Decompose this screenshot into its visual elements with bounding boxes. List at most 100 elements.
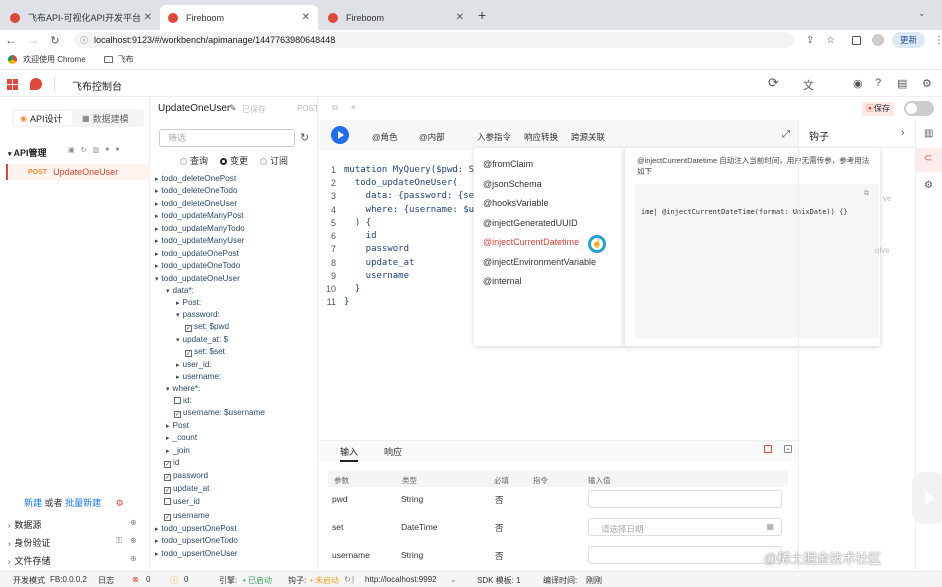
tree-node[interactable]: ▾ data*: xyxy=(166,286,194,295)
new-link[interactable]: 新建 xyxy=(24,498,42,508)
tree-node[interactable]: ▾ password: xyxy=(176,310,220,319)
suggestion-item[interactable]: @injectGeneratedUUID xyxy=(483,218,578,228)
checkbox-checked[interactable]: ✓ xyxy=(164,487,171,494)
role-directive-button[interactable]: @角色 xyxy=(372,131,398,143)
checkbox-checked[interactable]: ✓ xyxy=(185,350,192,357)
tree-node[interactable]: ✓ update_at xyxy=(164,484,209,494)
panel-icon[interactable]: ▥ xyxy=(924,128,933,139)
batch-new-link[interactable]: 批量新建 xyxy=(65,498,101,508)
tree-node[interactable]: ▸ todo_deleteOnePost xyxy=(155,174,236,183)
filter-icon[interactable]: ▣ xyxy=(68,146,75,154)
section-auth[interactable]: › 身份验证 xyxy=(8,536,50,549)
api-list-item[interactable]: POST UpdateOneUser xyxy=(6,164,150,180)
menu-icon[interactable]: ⋮ xyxy=(934,35,942,46)
bookmark-item[interactable]: 欢迎使用 Chrome xyxy=(23,54,86,65)
tree-node[interactable]: ▸ Post xyxy=(166,421,189,430)
log-button[interactable]: 日志 xyxy=(98,575,114,586)
language-icon[interactable]: 文 xyxy=(803,77,814,93)
save-button[interactable]: ▣保存 xyxy=(862,102,894,116)
tab-data-modeling[interactable]: ▦ 数据建模 xyxy=(82,111,129,125)
hooks-tab[interactable]: ⊂ xyxy=(916,148,942,172)
browser-tab[interactable]: 飞布API-可视化API开发平台 ✕ xyxy=(2,5,160,30)
api-manage-section[interactable]: ▾ API管理 xyxy=(8,146,47,159)
help-icon[interactable]: ? xyxy=(875,77,881,89)
tree-node[interactable]: id: xyxy=(174,396,192,405)
internal-directive-button[interactable]: @内部 xyxy=(419,131,445,143)
tab-input[interactable]: 输入 xyxy=(340,445,359,462)
video-play-button[interactable] xyxy=(912,472,942,524)
checkbox-unchecked[interactable] xyxy=(174,397,181,404)
section-datasource[interactable]: › 数据源 xyxy=(8,518,41,531)
clear-icon[interactable] xyxy=(764,445,772,453)
bookmark-item[interactable]: 飞布 xyxy=(118,54,134,65)
add-icon[interactable]: ⊕ xyxy=(130,518,137,527)
apps-grid-icon[interactable] xyxy=(7,79,18,90)
update-button[interactable]: 更新 xyxy=(892,32,926,48)
checkbox-unchecked[interactable] xyxy=(164,498,171,505)
add-icon[interactable]: ⊕ xyxy=(130,536,137,545)
tree-node[interactable]: ▸ user_id: xyxy=(176,360,212,369)
suggestion-item[interactable]: @hooksVariable xyxy=(483,198,549,208)
folder-add-icon[interactable]: ▥ xyxy=(93,146,100,154)
tree-node[interactable]: ▸ todo_upsertOnePost xyxy=(155,524,237,533)
input-directive-button[interactable]: 入参指令 xyxy=(477,131,511,143)
tree-node[interactable]: ✓ id xyxy=(164,458,179,468)
suggestion-item[interactable]: @injectEnvironmentVariable xyxy=(483,257,596,267)
radio-query[interactable]: 查询 xyxy=(180,154,208,167)
suggestion-item[interactable]: @fromClaim xyxy=(483,159,533,169)
suggestion-item-selected[interactable]: @injectCurrentDatetime xyxy=(483,237,579,247)
refresh-icon[interactable]: ⟳ xyxy=(768,75,779,91)
tab-search-icon[interactable]: ⌄ xyxy=(918,8,926,19)
cross-source-button[interactable]: 跨源关联 xyxy=(571,131,605,143)
refresh-icon[interactable]: ↻ xyxy=(81,146,87,154)
tree-node[interactable]: ▾ todo_updateOneUser xyxy=(155,274,240,283)
checkbox-checked[interactable]: ✓ xyxy=(164,474,171,481)
settings-icon[interactable]: ⚙ xyxy=(924,180,933,191)
avatar[interactable] xyxy=(872,34,884,46)
tree-node[interactable]: ✓ set: $set xyxy=(185,347,225,357)
github-icon[interactable]: ◉ xyxy=(853,77,863,90)
star-icon[interactable]: ☆ xyxy=(826,35,835,46)
tree-node[interactable]: ▸ Post: xyxy=(176,298,201,307)
warning-count[interactable]: 0 xyxy=(184,575,188,584)
tree-node[interactable]: ▸ todo_deleteOneUser xyxy=(155,199,237,208)
close-icon[interactable]: ✕ xyxy=(144,12,152,23)
settings-icon[interactable]: ⚙ xyxy=(922,77,932,90)
param-value-input[interactable] xyxy=(588,490,782,508)
tree-node[interactable]: ▸ username: xyxy=(176,372,221,381)
tree-node[interactable]: ✓ username xyxy=(164,511,209,521)
share-icon[interactable]: ⇪ xyxy=(806,35,814,46)
tree-node[interactable]: ▸ todo_updateManyPost xyxy=(155,211,243,220)
tree-node[interactable]: ▸ todo_deleteOneTodo xyxy=(155,186,238,195)
radio-mutation[interactable]: 变更 xyxy=(220,154,248,167)
new-tab-icon[interactable]: + xyxy=(478,7,486,23)
tree-node[interactable]: ▸ todo_updateManyUser xyxy=(155,236,244,245)
add-icon[interactable]: ⊕ xyxy=(130,554,137,563)
checkbox-checked[interactable]: ✓ xyxy=(185,325,192,332)
tree-node[interactable]: user_id xyxy=(164,497,200,506)
response-transform-button[interactable]: 响应转换 xyxy=(524,131,558,143)
checkbox-checked[interactable]: ✓ xyxy=(164,514,171,521)
more-icon[interactable]: ● xyxy=(115,146,119,154)
suggestion-item[interactable]: @internal xyxy=(483,276,522,286)
sdk-template[interactable]: SDK 模板: 1 xyxy=(477,575,521,586)
side-panel-icon[interactable] xyxy=(852,35,861,45)
date-picker[interactable]: 请选择日期 ▦ xyxy=(588,518,782,536)
refresh-icon[interactable]: ↻ xyxy=(300,131,309,144)
tree-node[interactable]: ▸ todo_updateOnePost xyxy=(155,249,239,258)
tree-node[interactable]: ✓ set: $pwd xyxy=(185,322,229,332)
browser-tab-active[interactable]: Fireboom ✕ xyxy=(160,5,318,30)
url-field[interactable]: ⓘ localhost:9123/#/workbench/apimanage/1… xyxy=(74,32,794,48)
expand-icon[interactable]: ⤢ xyxy=(782,129,790,140)
close-icon[interactable]: ✕ xyxy=(302,12,310,23)
radio-subscription[interactable]: 订阅 xyxy=(260,154,288,167)
close-icon[interactable]: ✕ xyxy=(456,12,464,23)
tree-node[interactable]: ▸ _join xyxy=(166,446,190,455)
key-icon[interactable]: ⚿ xyxy=(116,536,122,546)
chevron-right-icon[interactable]: › xyxy=(901,127,905,139)
tree-node[interactable]: ▸ todo_upsertOneUser xyxy=(155,549,238,558)
param-value-input[interactable] xyxy=(588,546,782,564)
checkbox-checked[interactable]: ✓ xyxy=(164,461,171,468)
browser-tab[interactable]: Fireboom ✕ xyxy=(320,5,472,30)
gear-icon[interactable]: ⚙ xyxy=(116,498,124,508)
